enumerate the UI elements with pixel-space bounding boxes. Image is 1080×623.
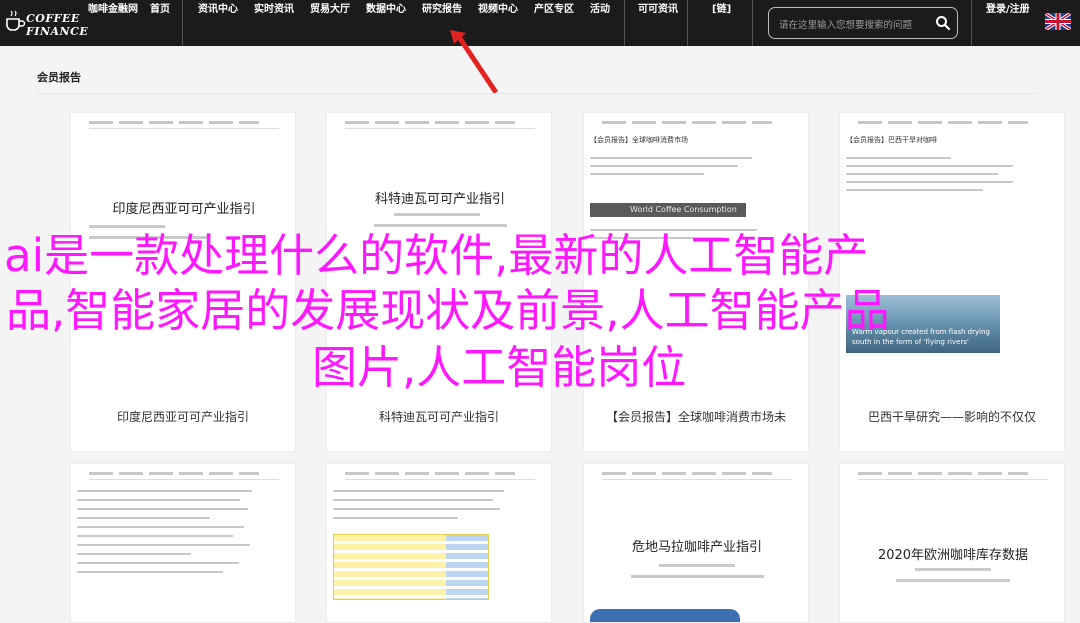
nav-item-cocoa-news[interactable]: 可可资讯 xyxy=(638,0,678,46)
nav-item-chain[interactable]: [链] xyxy=(712,0,731,46)
nav-item-home[interactable]: 首页 xyxy=(150,0,170,46)
doc-cover-title: 2020年欧洲咖啡库存数据 xyxy=(877,548,1029,563)
doc-header-rule xyxy=(602,479,792,480)
nav-item-coffee-finance[interactable]: 咖啡金融网 xyxy=(88,0,138,46)
top-nav: COFFEE FINANCE 咖啡金融网 首页 资讯中心 实时资讯 贸易大厅 数… xyxy=(0,0,1080,46)
report-caption[interactable]: 巴西干旱研究——影响的不仅仅 xyxy=(832,408,1072,425)
coffee-cup-icon xyxy=(6,10,26,31)
nav-divider xyxy=(687,0,688,46)
doc-text-lines xyxy=(333,490,523,526)
doc-header-rule xyxy=(345,128,535,129)
report-caption[interactable]: 科特迪瓦可可产业指引 xyxy=(319,408,559,425)
nav-divider xyxy=(182,0,183,46)
doc-header-rule xyxy=(345,479,535,480)
nav-item-events[interactable]: 活动 xyxy=(590,0,610,46)
data-table-thumbnail xyxy=(333,534,489,600)
report-caption[interactable]: 【会员报告】全球咖啡消费市场未 xyxy=(576,408,816,425)
doc-badge: 【会员报告】全球咖啡消费市场 xyxy=(590,136,688,144)
doc-cover-title: 危地马拉咖啡产业指引 xyxy=(631,540,762,555)
doc-text-lines xyxy=(846,157,1036,197)
doc-header-strip xyxy=(858,121,1028,124)
doc-badge: 【会员报告】巴西干旱对咖啡 xyxy=(846,136,937,144)
doc-header-strip xyxy=(858,472,1028,475)
login-register-link[interactable]: 登录/注册 xyxy=(986,0,1030,46)
report-card[interactable]: 【会员报告】巴西干旱对咖啡 Warm vapour created from f… xyxy=(839,112,1065,452)
doc-header-strip xyxy=(602,121,772,124)
doc-header-strip xyxy=(89,121,259,124)
nav-divider xyxy=(752,0,753,46)
search-input[interactable]: 请在这里输入您想要搜索的问题 xyxy=(779,17,912,31)
search-icon[interactable] xyxy=(935,15,951,31)
report-card[interactable]: 危地马拉咖啡产业指引 xyxy=(583,463,809,623)
cover-graphic xyxy=(590,609,740,622)
nav-item-realtime-news[interactable]: 实时资讯 xyxy=(254,0,294,46)
doc-text-lines xyxy=(602,564,792,586)
section-divider xyxy=(37,93,1036,94)
doc-header-rule xyxy=(89,479,279,480)
doc-header-rule xyxy=(858,479,1048,480)
logo-line1: COFFEE xyxy=(26,12,80,25)
report-card[interactable] xyxy=(326,463,552,623)
nav-divider xyxy=(624,0,625,46)
overlay-line: 品,智能家居的发展现状及前景,人工智能产品 xyxy=(6,284,890,337)
report-card[interactable]: 2020年欧洲咖啡库存数据 xyxy=(839,463,1065,623)
doc-cover-title: 科特迪瓦可可产业指引 xyxy=(374,192,505,207)
logo-line2: FINANCE xyxy=(26,25,89,38)
overlay-line: ai是一款处理什么的软件,最新的人工智能产 xyxy=(4,229,869,282)
section-title: 会员报告 xyxy=(37,71,81,84)
report-caption[interactable]: 印度尼西亚可可产业指引 xyxy=(63,408,303,425)
site-logo[interactable]: COFFEE FINANCE xyxy=(4,8,88,40)
member-reports-section: 会员报告 印度尼西亚可可产业指引 印度尼西亚可可产业指引 科特迪瓦可可产业指引 … xyxy=(37,58,1065,623)
doc-header-strip xyxy=(89,472,259,475)
doc-header-strip xyxy=(345,121,515,124)
chart-thumbnail: World Coffee Consumption xyxy=(590,203,746,217)
doc-cover-title: 印度尼西亚可可产业指引 xyxy=(112,202,256,217)
nav-divider xyxy=(971,0,972,46)
nav-item-news-center[interactable]: 资讯中心 xyxy=(198,0,238,46)
nav-item-trade-hall[interactable]: 贸易大厅 xyxy=(310,0,350,46)
report-card[interactable] xyxy=(70,463,296,623)
overlay-line: 图片,人工智能岗位 xyxy=(312,341,687,394)
doc-header-strip xyxy=(602,472,772,475)
nav-item-origin-zone[interactable]: 产区专区 xyxy=(534,0,574,46)
doc-header-strip xyxy=(345,472,515,475)
doc-header-rule xyxy=(89,128,279,129)
doc-text-lines xyxy=(590,157,780,181)
search-box[interactable]: 请在这里输入您想要搜索的问题 xyxy=(768,7,958,39)
nav-item-data-center[interactable]: 数据中心 xyxy=(366,0,406,46)
doc-text-lines xyxy=(858,568,1048,590)
uk-flag-icon[interactable] xyxy=(1045,13,1071,30)
doc-text-lines xyxy=(77,490,267,580)
